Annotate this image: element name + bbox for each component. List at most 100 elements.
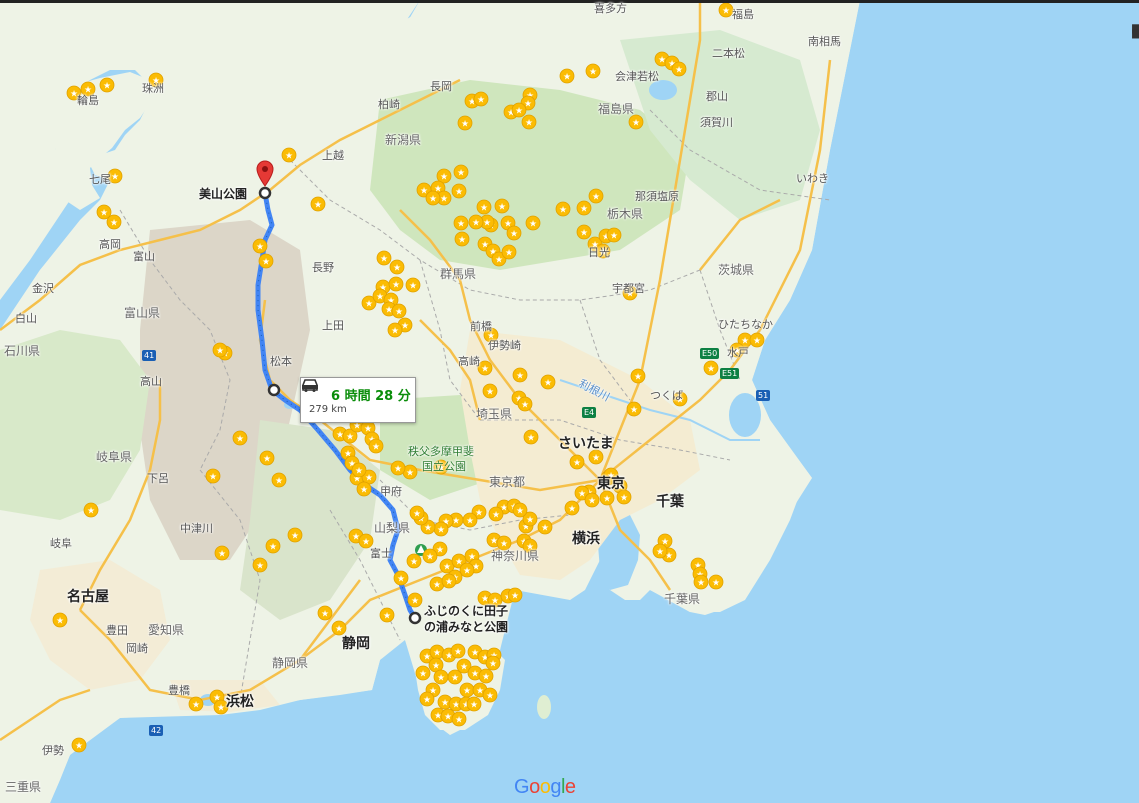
star-glyph-icon: ★ — [410, 558, 418, 568]
label-toyama: 富山 — [133, 250, 155, 263]
label-chichibu-park-2: 国立公園 — [422, 460, 466, 473]
origin-label-line2[interactable]: の浦みなと公園 — [424, 618, 508, 635]
star-glyph-icon: ★ — [529, 220, 537, 230]
star-glyph-icon: ★ — [236, 435, 244, 445]
label-tochigi-pref: 栃木県 — [607, 207, 644, 221]
road-badge-e51: E51 — [720, 368, 740, 379]
star-glyph-icon: ★ — [355, 467, 363, 477]
star-glyph-icon: ★ — [440, 173, 448, 183]
route-duration: 6 時間 28 分 — [331, 389, 411, 404]
star-glyph-icon: ★ — [275, 477, 283, 487]
star-glyph-icon: ★ — [406, 469, 414, 479]
star-glyph-icon: ★ — [632, 119, 640, 129]
destination-label[interactable]: 美山公園 — [199, 185, 247, 202]
star-glyph-icon: ★ — [436, 546, 444, 556]
label-toyohashi: 豊橋 — [168, 684, 190, 697]
star-glyph-icon: ★ — [75, 742, 83, 752]
label-saitama-pref: 埼玉県 — [476, 407, 513, 421]
star-glyph-icon: ★ — [455, 716, 463, 726]
star-glyph-icon: ★ — [712, 579, 720, 589]
route-distance: 279 km — [309, 404, 347, 415]
star-glyph-icon: ★ — [321, 610, 329, 620]
route-info-box[interactable]: 6 時間 28 分 279 km — [300, 377, 416, 423]
star-glyph-icon: ★ — [380, 255, 388, 265]
star-glyph-icon: ★ — [424, 524, 432, 534]
star-glyph-icon: ★ — [592, 454, 600, 464]
star-glyph-icon: ★ — [291, 532, 299, 542]
star-glyph-icon: ★ — [209, 473, 217, 483]
star-glyph-icon: ★ — [573, 459, 581, 469]
star-glyph-icon: ★ — [103, 82, 111, 92]
label-ishikawa-pref: 石川県 — [4, 344, 41, 358]
star-glyph-icon: ★ — [397, 575, 405, 585]
label-ibaraki-pref: 茨城県 — [718, 263, 755, 277]
label-kanagawa-pref: 神奈川県 — [491, 549, 540, 563]
star-glyph-icon: ★ — [376, 293, 384, 303]
star-glyph-icon: ★ — [445, 578, 453, 588]
star-glyph-icon: ★ — [372, 443, 380, 453]
origin-label-line1[interactable]: ふじのくに田子 — [424, 602, 508, 619]
star-glyph-icon: ★ — [472, 219, 480, 229]
star-glyph-icon: ★ — [656, 548, 664, 558]
star-glyph-icon: ★ — [580, 205, 588, 215]
star-glyph-icon: ★ — [563, 73, 571, 83]
star-glyph-icon: ★ — [753, 337, 761, 347]
label-hitachinaka: ひたちなか — [718, 318, 773, 331]
star-glyph-icon: ★ — [426, 553, 434, 563]
label-ise: 伊勢 — [42, 744, 64, 757]
label-chiba-pref: 千葉県 — [664, 592, 701, 606]
label-nagoya: 名古屋 — [67, 589, 109, 605]
star-glyph-icon: ★ — [697, 579, 705, 589]
star-glyph-icon: ★ — [392, 281, 400, 291]
star-glyph-icon: ★ — [440, 195, 448, 205]
star-glyph-icon: ★ — [492, 511, 500, 521]
star-glyph-icon: ★ — [477, 96, 485, 106]
star-glyph-icon: ★ — [437, 674, 445, 684]
label-gifu-pref: 岐阜県 — [96, 450, 133, 464]
label-nakatsugawa: 中津川 — [180, 522, 213, 535]
map-view[interactable]: ★ ★ ★ ★ ★ ★ ★ ★ ★ ★ ★ ★ ★ ★ ★ ★ ★ ★ ★ ★ ★ ★ ★ ★ ★ ★ ★ ★ ★ ★ ★ ★ ★ ★ ★ ★ ★ ★ ★ ★… — [0, 0, 1139, 803]
google-logo: Google — [514, 776, 576, 798]
star-glyph-icon: ★ — [433, 649, 441, 659]
star-glyph-icon: ★ — [413, 510, 421, 520]
destination-marker — [258, 186, 272, 200]
star-glyph-icon: ★ — [437, 526, 445, 536]
island-hatsushima — [537, 695, 551, 719]
star-glyph-icon: ★ — [346, 433, 354, 443]
star-glyph-icon: ★ — [610, 232, 618, 242]
star-glyph-icon: ★ — [192, 701, 200, 711]
label-wajima: 輪島 — [77, 94, 99, 107]
star-glyph-icon: ★ — [353, 422, 361, 432]
star-glyph-icon: ★ — [451, 674, 459, 684]
label-niigata-pref: 新潟県 — [385, 133, 422, 147]
star-glyph-icon: ★ — [481, 365, 489, 375]
label-takayama: 高山 — [140, 375, 162, 388]
star-glyph-icon: ★ — [511, 592, 519, 602]
star-glyph-icon: ★ — [578, 490, 586, 500]
label-utsunomiya: 宇都宮 — [612, 282, 645, 295]
star-glyph-icon: ★ — [458, 236, 466, 246]
star-glyph-icon: ★ — [444, 713, 452, 723]
star-glyph-icon: ★ — [707, 365, 715, 375]
star-glyph-icon: ★ — [455, 188, 463, 198]
star-glyph-icon: ★ — [489, 660, 497, 670]
label-sukagawa: 須賀川 — [700, 116, 733, 129]
star-glyph-icon: ★ — [269, 543, 277, 553]
route-waypoint — [267, 383, 281, 397]
label-aizuwakamatsu: 会津若松 — [615, 70, 659, 83]
label-suzu: 珠洲 — [142, 82, 164, 95]
label-nanao: 七尾 — [89, 173, 111, 186]
star-glyph-icon: ★ — [111, 173, 119, 183]
road-badge-42: 42 — [149, 725, 164, 736]
label-kofu: 甲府 — [380, 485, 402, 498]
star-glyph-icon: ★ — [466, 517, 474, 527]
star-glyph-icon: ★ — [498, 203, 506, 213]
star-glyph-icon: ★ — [630, 406, 638, 416]
star-glyph-icon: ★ — [471, 670, 479, 680]
star-glyph-icon: ★ — [383, 612, 391, 622]
label-maebashi: 前橋 — [470, 320, 492, 333]
label-nihonmatsu: 二本松 — [712, 47, 745, 60]
label-toyota: 豊田 — [106, 624, 128, 637]
star-glyph-icon: ★ — [110, 219, 118, 229]
more-options-icon[interactable]: ■ ■ — [1131, 22, 1139, 39]
